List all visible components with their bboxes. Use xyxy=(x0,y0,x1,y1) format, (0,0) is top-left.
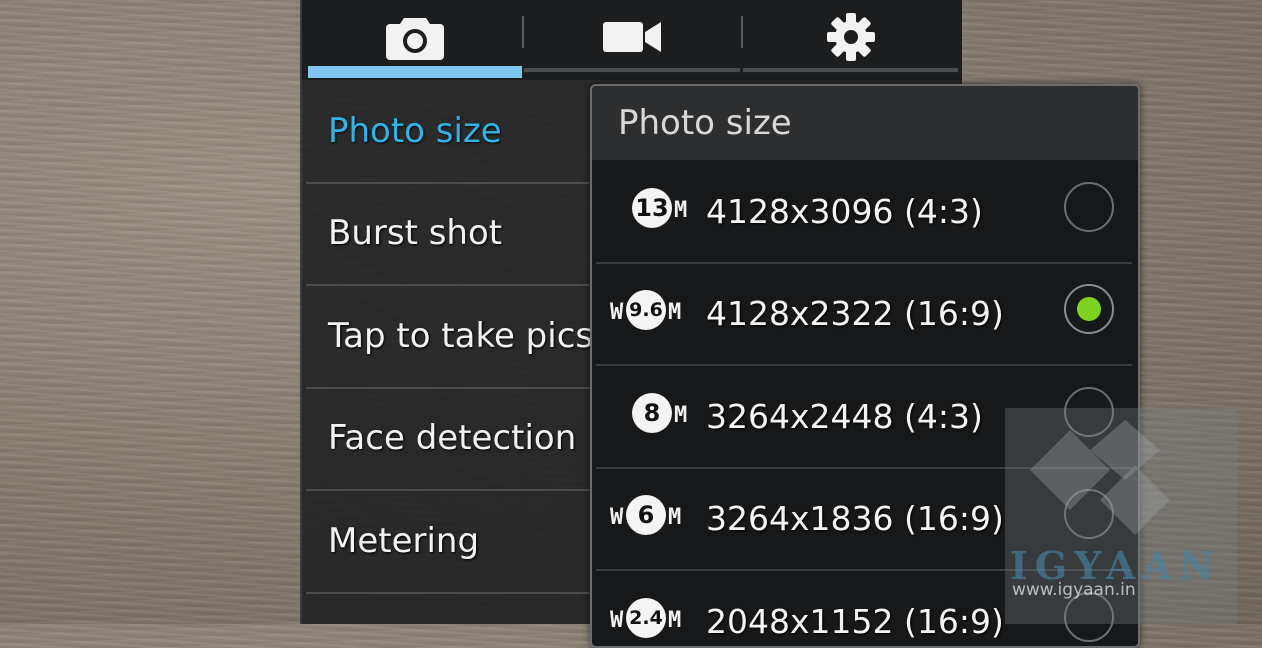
settings-item-photo-size[interactable]: Photo size xyxy=(306,80,596,184)
tab-settings[interactable] xyxy=(743,0,958,74)
settings-item-label: Metering xyxy=(328,521,480,561)
photo-size-label: 3264x1836 (16:9) xyxy=(706,498,1004,538)
megapixel-badge-icon: W 6 M xyxy=(610,493,700,543)
settings-item-label: Photo size xyxy=(328,111,502,151)
photo-size-label: 3264x2448 (4:3) xyxy=(706,396,983,436)
megapixel-badge-icon: 13 M xyxy=(610,186,700,236)
settings-tab-bar xyxy=(302,0,962,80)
radio-button[interactable] xyxy=(1064,182,1114,232)
photo-size-label: 2048x1152 (16:9) xyxy=(706,601,1004,641)
radio-selected-dot xyxy=(1077,297,1101,321)
tab-video[interactable] xyxy=(524,0,742,74)
megapixel-badge-icon: W 9.6 M xyxy=(610,288,700,338)
settings-item-label: Face detection xyxy=(328,418,577,458)
photo-size-label: 4128x2322 (16:9) xyxy=(706,293,1004,333)
dialog-title: Photo size xyxy=(618,103,792,143)
megapixel-value: 2.4 xyxy=(626,598,666,638)
settings-item-label: Burst shot xyxy=(328,213,503,253)
megapixel-value: 13 xyxy=(632,188,672,228)
settings-item-tap-to-take-pics[interactable]: Tap to take pics xyxy=(306,285,596,389)
settings-item-burst-shot[interactable]: Burst shot xyxy=(306,182,596,286)
megapixel-badge-icon: W 2.4 M xyxy=(610,596,700,646)
tab-indicator-active xyxy=(308,66,522,78)
megapixel-value: 9.6 xyxy=(626,290,666,330)
watermark-url: www.igyaan.in xyxy=(1012,580,1136,600)
tab-indicator xyxy=(524,68,740,72)
radio-button-checked[interactable] xyxy=(1064,284,1114,334)
photo-size-option-selected[interactable]: W 9.6 M 4128x2322 (16:9) xyxy=(596,262,1132,366)
megapixel-unit: M xyxy=(668,300,682,325)
tab-camera[interactable] xyxy=(308,0,522,74)
wide-marker: W xyxy=(610,505,624,530)
settings-item-metering[interactable]: Metering xyxy=(306,490,596,594)
megapixel-unit: M xyxy=(668,505,682,530)
megapixel-unit: M xyxy=(674,403,688,428)
photo-size-option[interactable]: 13 M 4128x3096 (4:3) xyxy=(596,160,1132,264)
gear-icon xyxy=(826,13,875,61)
megapixel-badge-icon: 8 M xyxy=(610,391,700,441)
dialog-title-bar: Photo size xyxy=(592,86,1138,160)
tab-indicator xyxy=(743,68,958,72)
photo-size-label: 4128x3096 (4:3) xyxy=(706,191,983,231)
camera-icon xyxy=(386,18,444,60)
wide-marker: W xyxy=(610,608,624,633)
settings-item-label: Tap to take pics xyxy=(328,316,594,356)
settings-item-face-detection[interactable]: Face detection xyxy=(306,387,596,491)
megapixel-value: 8 xyxy=(632,393,672,433)
video-camera-icon xyxy=(603,22,661,52)
watermark-logo-icon xyxy=(1030,420,1170,535)
megapixel-value: 6 xyxy=(626,495,666,535)
megapixel-unit: M xyxy=(668,608,682,633)
wide-marker: W xyxy=(610,300,624,325)
megapixel-unit: M xyxy=(674,198,688,223)
